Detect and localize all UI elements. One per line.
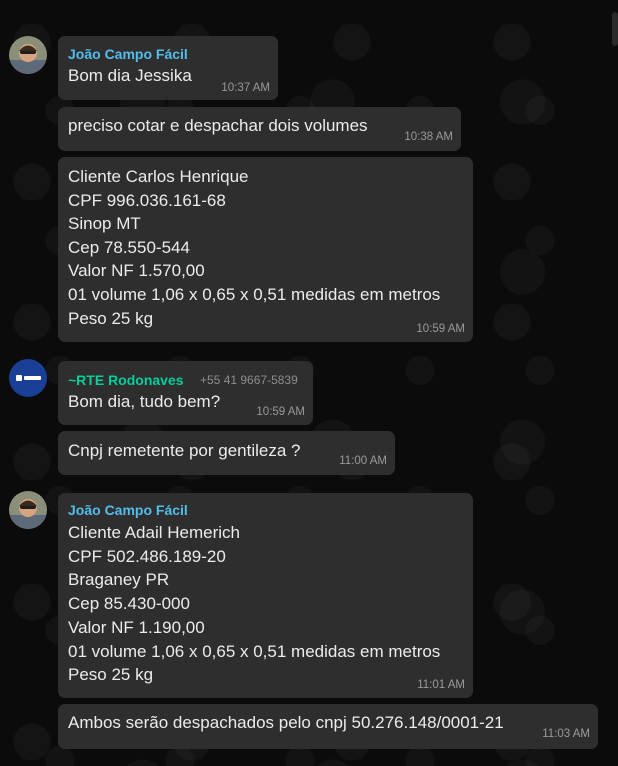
message-bubble[interactable]: João Campo Fácil Bom dia Jessika 10:37 A… (58, 36, 278, 100)
message-text: Sinop MT (68, 214, 141, 233)
message-time: 10:37 AM (221, 82, 270, 94)
message-bubble[interactable]: João Campo Fácil Cliente Adail Hemerich … (58, 493, 473, 698)
message-text: CPF 996.036.161-68 (68, 191, 226, 210)
message-time: 10:38 AM (404, 131, 453, 143)
message-text: preciso cotar e despachar dois volumes (68, 116, 368, 135)
message-time: 11:00 AM (339, 455, 387, 467)
message-bubble[interactable]: Cnpj remetente por gentileza ? 11:00 AM (58, 431, 395, 475)
message-time: 10:59 AM (256, 406, 305, 418)
message-time: 11:03 AM (542, 728, 590, 740)
sender-name[interactable]: ~RTE Rodonaves (68, 372, 184, 388)
message-bubble[interactable]: preciso cotar e despachar dois volumes 1… (58, 107, 461, 151)
message-text: 01 volume 1,06 x 0,65 x 0,51 medidas em … (68, 642, 441, 661)
message-text: Cep 78.550-544 (68, 238, 190, 257)
message-text: Bom dia, tudo bem? (68, 392, 221, 411)
message-text: Bom dia Jessika (68, 66, 192, 85)
message-time: 11:01 AM (417, 679, 465, 691)
user-avatar-icon[interactable] (9, 491, 47, 529)
message-text: 01 volume 1,06 x 0,65 x 0,51 medidas em … (68, 285, 441, 304)
message-text: Peso 25 kg (68, 665, 154, 684)
message-bubble[interactable]: Cliente Carlos Henrique CPF 996.036.161-… (58, 157, 473, 342)
message-text: Braganey PR (68, 570, 170, 589)
user-avatar-icon[interactable] (9, 36, 47, 74)
message-text: Ambos serão despachados pelo cnpj 50.276… (68, 713, 504, 732)
message-text: Valor NF 1.570,00 (68, 261, 205, 280)
rodonaves-logo-icon[interactable] (9, 359, 47, 397)
sender-name[interactable]: João Campo Fácil (68, 502, 188, 518)
message-bubble[interactable]: ~RTE Rodonaves +55 41 9667-5839 Bom dia,… (58, 361, 313, 425)
message-text: Cep 85.430-000 (68, 594, 190, 613)
message-text: CPF 502.486.189-20 (68, 547, 226, 566)
sender-phone: +55 41 9667-5839 (200, 373, 298, 387)
scrollbar[interactable] (612, 12, 618, 46)
message-text: Cliente Carlos Henrique (68, 167, 249, 186)
sender-name[interactable]: João Campo Fácil (68, 46, 188, 62)
message-time: 10:59 AM (416, 323, 465, 335)
message-text: Cliente Adail Hemerich (68, 523, 240, 542)
message-text: Valor NF 1.190,00 (68, 618, 205, 637)
message-text: Cnpj remetente por gentileza ? (68, 441, 301, 460)
message-bubble[interactable]: Ambos serão despachados pelo cnpj 50.276… (58, 704, 598, 749)
message-text: Peso 25 kg (68, 309, 154, 328)
